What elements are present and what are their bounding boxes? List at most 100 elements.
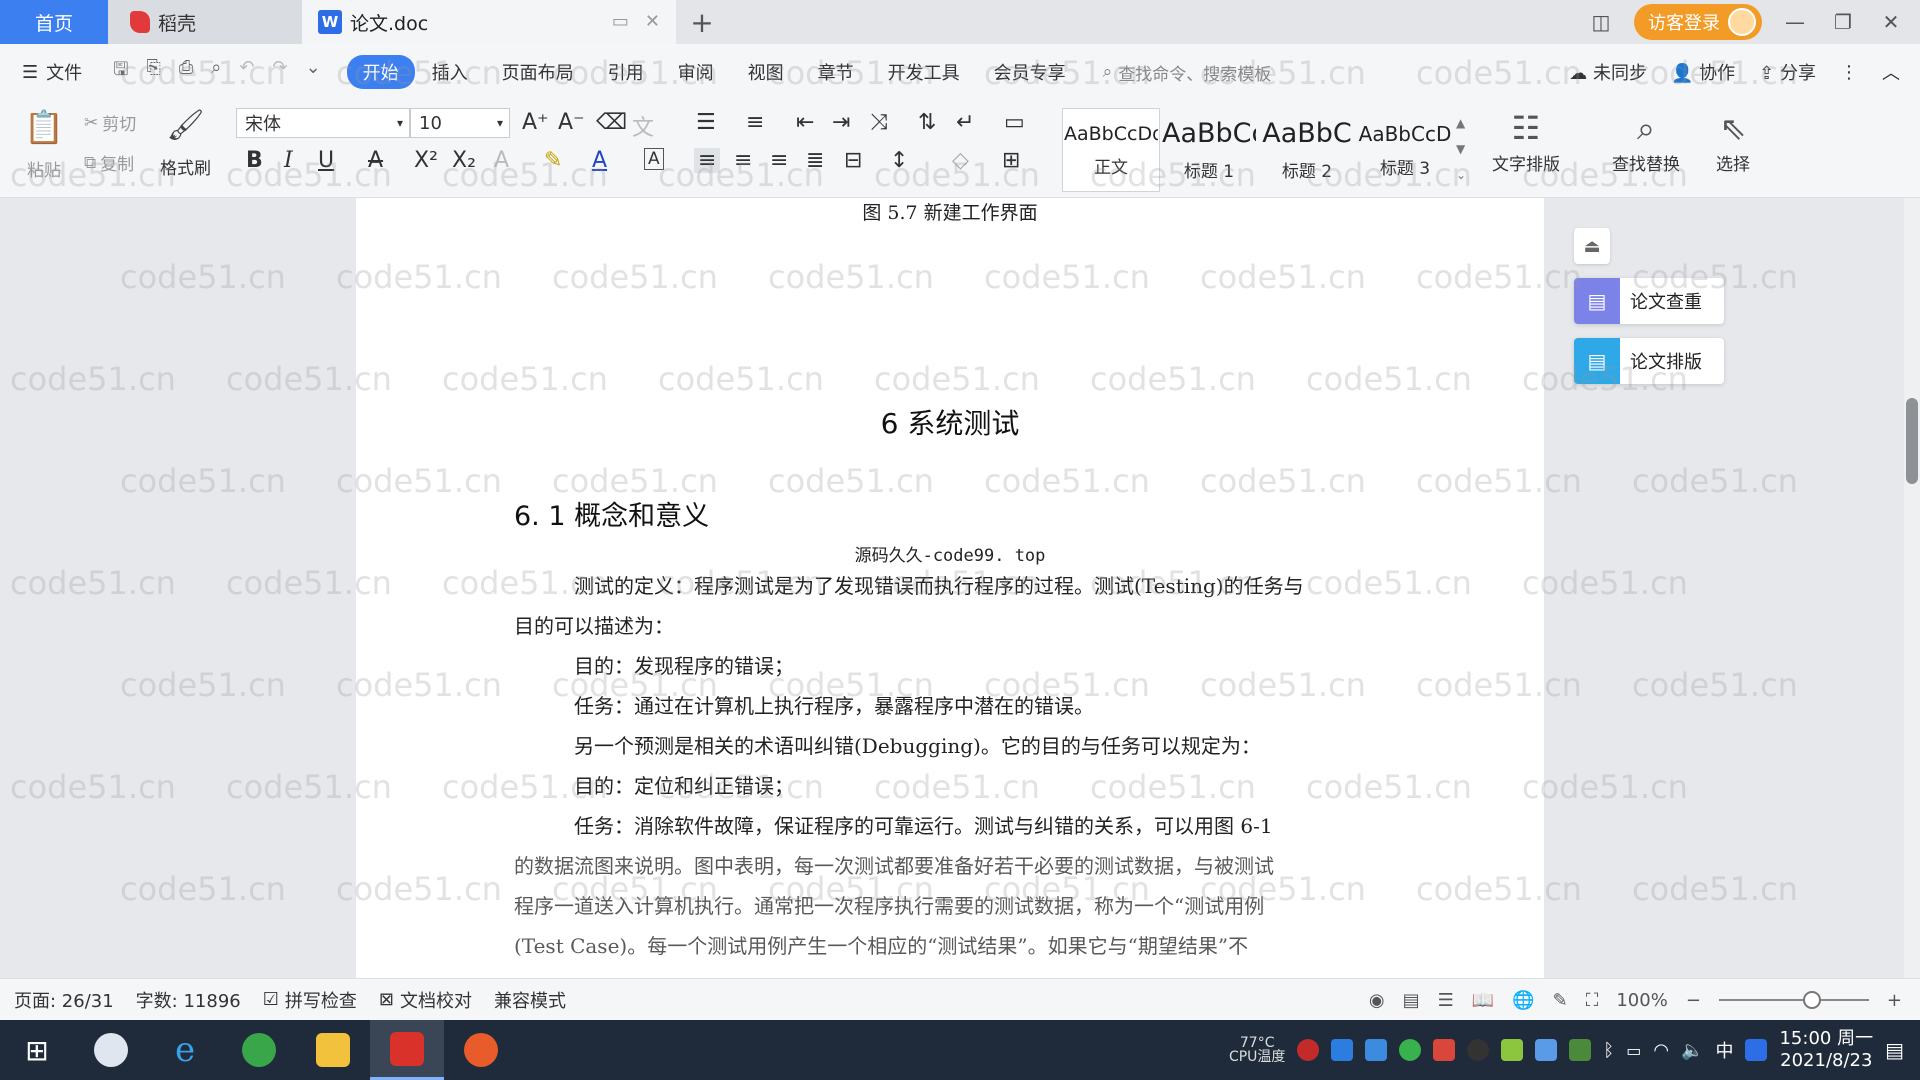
strikethrough-icon[interactable]: A [368,148,383,173]
grow-font-icon[interactable]: A⁺ [522,110,549,135]
document-page[interactable]: 图 5.7 新建工作界面 6 系统测试 6. 1 概念和意义 源码久久-code… [356,198,1544,978]
text-direction-icon[interactable]: ⤨ [870,110,888,135]
decrease-indent-icon[interactable]: ⇤ [796,110,814,135]
tab-document[interactable]: W 论文.doc ▭ ✕ [302,0,676,44]
phonetic-icon[interactable]: 文 [632,110,654,142]
menu-chapter[interactable]: 章节 [801,59,871,85]
distributed-icon[interactable]: ⊟ [844,148,862,173]
tab-home[interactable]: 首页 [0,0,108,44]
style-heading-1[interactable]: AaBbCc 标题 1 [1160,108,1258,192]
tray-app-icon[interactable] [1399,1039,1422,1061]
reading-mode-icon[interactable]: ◫ [1586,10,1616,34]
style-normal[interactable]: AaBbCcDd 正文 [1062,108,1160,192]
taskbar-ie[interactable]: e [148,1020,222,1080]
close-window-icon[interactable]: ✕ [1876,10,1906,34]
borders-icon[interactable]: ⊞ [1002,148,1020,173]
font-size-select[interactable]: 10 ▾ [410,108,510,138]
increase-indent-icon[interactable]: ⇥ [832,110,850,135]
menu-member[interactable]: 会员专享 [977,59,1083,85]
font-name-select[interactable]: 宋体 ▾ [236,108,410,138]
char-border-icon[interactable]: A [644,148,664,170]
collapse-ribbon-icon[interactable]: ︿ [1882,59,1900,85]
reading-view-icon[interactable]: 📖 [1472,990,1494,1011]
line-break-icon[interactable]: ↵ [956,110,974,135]
subscript-icon[interactable]: X₂ [452,148,476,173]
taskbar-browser[interactable] [222,1020,296,1080]
taskbar-app[interactable] [74,1020,148,1080]
tray-app-icon[interactable] [1535,1039,1558,1061]
styles-scroll[interactable]: ▲ ▼ ⌄ [1456,110,1466,188]
zoom-level[interactable]: 100% [1616,990,1667,1011]
start-button[interactable]: ⊞ [0,1020,74,1080]
taskbar-recorder[interactable] [444,1020,518,1080]
customize-chevron-icon[interactable]: ⌄ [306,57,321,87]
print-icon[interactable]: ⎙ [179,57,193,87]
clock[interactable]: 15:00 周一 2021/8/23 [1779,1028,1873,1072]
shield-icon[interactable] [1365,1039,1388,1061]
proofread-button[interactable]: ⊠ 文档校对 [379,987,472,1013]
bold-icon[interactable]: B [246,148,263,173]
underline-icon[interactable]: U [318,148,334,173]
paper-layout-button[interactable]: ▤ 论文排版 [1574,338,1724,384]
wifi-icon[interactable]: ◠ [1653,1040,1669,1061]
numbered-list-icon[interactable]: ≡ [746,110,764,135]
menu-developer[interactable]: 开发工具 [871,59,977,85]
menu-view[interactable]: 视图 [731,59,801,85]
share-button[interactable]: ⇪ 分享 [1759,59,1816,85]
align-center-icon[interactable]: ≡ [734,148,752,173]
tray-app-icon[interactable] [1433,1039,1456,1061]
line-spacing-icon[interactable]: ↕ [890,148,908,173]
spell-check-button[interactable]: ☑ 拼写检查 [263,987,357,1013]
redo-icon[interactable]: ↷ [272,57,287,87]
page-indicator[interactable]: 页面: 26/31 [14,987,114,1013]
style-heading-2[interactable]: AaBbC 标题 2 [1258,108,1356,192]
style-heading-3[interactable]: AaBbCcD 标题 3 [1356,108,1454,192]
text-layout-button[interactable]: ☷ 文字排版 [1492,106,1560,175]
tray-app-icon[interactable] [1297,1039,1320,1061]
file-menu[interactable]: ☰ 文件 [0,59,99,85]
notification-icon[interactable]: ▤ [1885,1038,1904,1062]
fit-page-icon[interactable]: ⛶ [1586,990,1599,1011]
pen-icon[interactable]: ✎ [1553,990,1568,1011]
page-view-icon[interactable]: ▤ [1403,990,1420,1011]
qq-icon[interactable] [1467,1039,1490,1061]
zoom-out-icon[interactable]: − [1686,990,1701,1011]
text-effect-icon[interactable]: A [494,148,509,173]
bullet-list-icon[interactable]: ☰ [696,110,716,135]
tray-app-icon[interactable] [1569,1039,1592,1061]
input-method-icon[interactable] [1745,1039,1768,1061]
save-icon[interactable]: 🖫 [113,57,128,87]
tray-app-icon[interactable] [1501,1039,1524,1061]
undo-icon[interactable]: ↶ [239,57,254,87]
cut-button[interactable]: ✂ 剪切 [84,110,136,136]
tab-screen-icon[interactable]: ▭ [612,11,629,32]
font-color-icon[interactable]: A [592,148,607,173]
cpu-temperature[interactable]: 77°C CPU温度 [1229,1036,1285,1064]
select-button[interactable]: ⇖ 选择 [1716,106,1750,175]
menu-start[interactable]: 开始 [346,55,415,89]
print-preview-icon[interactable]: ⌕ [211,57,221,87]
zoom-slider-knob[interactable] [1803,991,1822,1009]
find-replace-button[interactable]: ⌕ 查找替换 [1612,106,1680,175]
shrink-font-icon[interactable]: A⁻ [558,110,585,135]
volume-icon[interactable]: 🔈 [1681,1040,1703,1061]
tab-daoke[interactable]: 稻壳 [108,0,302,44]
collapse-up-icon[interactable]: ⏏ [1574,228,1610,264]
ime-indicator[interactable]: 中 [1715,1037,1733,1063]
justify-icon[interactable]: ≣ [806,148,824,173]
align-right-icon[interactable]: ≡ [770,148,788,173]
tab-close-icon[interactable]: ✕ [645,11,660,32]
vertical-scrollbar[interactable] [1904,198,1920,978]
minimize-icon[interactable]: — [1780,10,1810,34]
eraser-icon[interactable]: ⌫ [596,110,627,135]
export-pdf-icon[interactable]: ⎘ [146,57,160,87]
eye-protect-icon[interactable]: ◉ [1369,990,1385,1011]
sort-icon[interactable]: ⇅ [918,110,936,135]
menu-references[interactable]: 引用 [591,59,661,85]
tray-app-icon[interactable] [1331,1039,1354,1061]
guest-login-button[interactable]: 访客登录 [1634,4,1762,40]
italic-icon[interactable]: I [284,148,293,173]
superscript-icon[interactable]: X² [414,148,438,173]
scrollbar-thumb[interactable] [1906,398,1918,484]
menu-insert[interactable]: 插入 [415,59,485,85]
